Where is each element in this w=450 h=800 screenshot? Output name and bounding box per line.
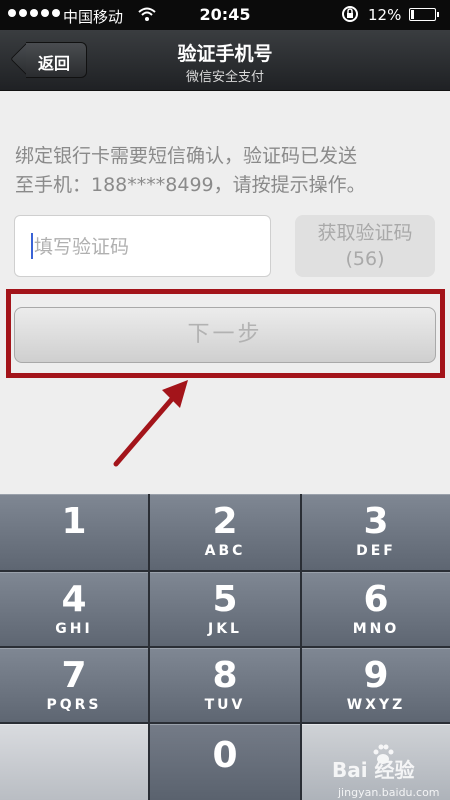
key-3[interactable]: 3 DEF bbox=[302, 494, 450, 570]
key-letters: DEF bbox=[356, 543, 396, 559]
battery-percent: 12% bbox=[368, 6, 402, 24]
watermark-brand: Bai 经验 bbox=[332, 758, 415, 782]
get-code-button[interactable]: 获取验证码 (56) bbox=[295, 215, 435, 277]
key-digit: 8 bbox=[212, 655, 238, 696]
verification-info-text: 绑定银行卡需要短信确认，验证码已发送 至手机：188****8499，请按提示操… bbox=[15, 142, 440, 200]
annotation-highlight-box bbox=[6, 289, 445, 378]
key-digit: 6 bbox=[363, 579, 389, 620]
key-digit: 1 bbox=[61, 501, 87, 542]
key-letters: WXYZ bbox=[346, 697, 406, 713]
key-digit: 2 bbox=[212, 501, 238, 542]
key-letters: TUV bbox=[204, 697, 246, 713]
info-line-1: 绑定银行卡需要短信确认，验证码已发送 bbox=[15, 145, 358, 167]
key-digit: 3 bbox=[363, 501, 389, 542]
key-letters: GHI bbox=[55, 621, 93, 637]
key-digit: 0 bbox=[212, 735, 238, 776]
key-0[interactable]: 0 bbox=[150, 724, 300, 800]
key-6[interactable]: 6 MNO bbox=[302, 572, 450, 646]
rotation-lock-icon bbox=[341, 5, 359, 27]
key-digit: 5 bbox=[212, 579, 238, 620]
key-1[interactable]: 1 bbox=[0, 494, 148, 570]
key-digit: 7 bbox=[61, 655, 87, 696]
page-title: 验证手机号 bbox=[177, 43, 273, 65]
key-digit: 4 bbox=[61, 579, 87, 620]
key-digit: 9 bbox=[363, 655, 389, 696]
key-8[interactable]: 8 TUV bbox=[150, 648, 300, 722]
get-code-countdown: (56) bbox=[345, 248, 385, 270]
key-7[interactable]: 7 PQRS bbox=[0, 648, 148, 722]
key-2[interactable]: 2 ABC bbox=[150, 494, 300, 570]
page-subtitle: 微信安全支付 bbox=[185, 70, 264, 85]
key-4[interactable]: 4 GHI bbox=[0, 572, 148, 646]
status-bar: 中国移动 20:45 12% bbox=[0, 0, 450, 30]
key-letters: JKL bbox=[208, 621, 242, 637]
verification-code-input[interactable]: 填写验证码 bbox=[14, 215, 271, 277]
key-9[interactable]: 9 WXYZ bbox=[302, 648, 450, 722]
annotation-arrow-icon bbox=[100, 370, 200, 474]
key-letters: MNO bbox=[352, 621, 400, 637]
watermark-site: jingyan.baidu.com bbox=[338, 786, 440, 799]
navigation-bar: 返回 验证手机号 微信安全支付 bbox=[0, 30, 450, 91]
key-letters: PQRS bbox=[46, 697, 102, 713]
battery-icon bbox=[409, 8, 439, 21]
info-line-2: 至手机：188****8499，请按提示操作。 bbox=[15, 174, 366, 196]
key-5[interactable]: 5 JKL bbox=[150, 572, 300, 646]
key-letters: ABC bbox=[204, 543, 246, 559]
get-code-label: 获取验证码 bbox=[317, 222, 413, 244]
code-input-placeholder: 填写验证码 bbox=[34, 236, 130, 258]
key-blank-left bbox=[0, 724, 148, 800]
text-caret bbox=[31, 233, 33, 259]
